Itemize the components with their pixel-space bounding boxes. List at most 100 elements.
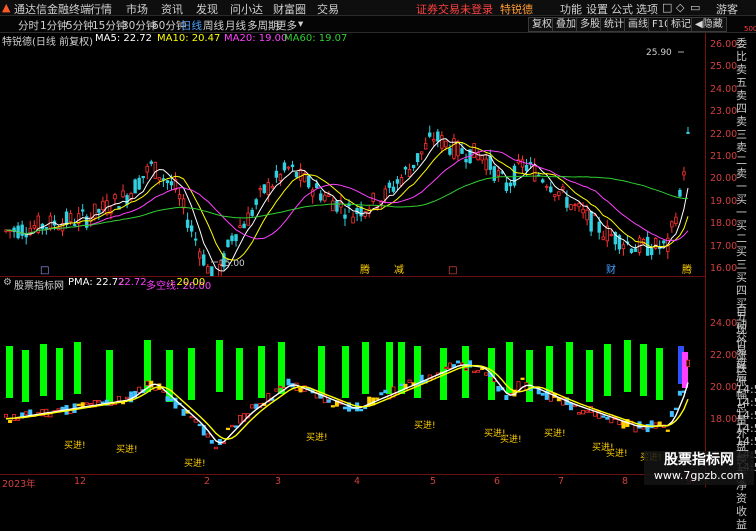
buy-signal-label: 买进! — [544, 428, 566, 439]
menu-item-gongneng[interactable]: 功能 — [560, 1, 582, 17]
event-marker[interactable]: 减 — [394, 264, 404, 276]
signal-bar — [258, 346, 265, 398]
candle — [480, 155, 484, 161]
candle — [250, 209, 254, 216]
candle — [339, 201, 343, 208]
candle — [621, 244, 626, 250]
period-5min[interactable]: 5分钟 — [66, 18, 94, 33]
menu-item-shichang[interactable]: 市场 — [126, 1, 148, 17]
candle — [72, 224, 77, 226]
candle — [387, 182, 392, 188]
candle — [206, 266, 210, 274]
restore-icon[interactable]: ◇ — [676, 1, 684, 14]
signal-bar — [624, 340, 631, 392]
candle — [198, 251, 202, 259]
event-marker[interactable]: □ — [40, 265, 49, 276]
event-marker[interactable]: □ — [448, 265, 457, 276]
menu-item-zixun[interactable]: 资讯 — [161, 1, 183, 17]
candle — [181, 198, 186, 209]
candle — [472, 143, 476, 159]
candle — [577, 203, 581, 208]
menu-item-xuanxiang[interactable]: 选项 — [636, 1, 658, 17]
date-label: 2023年 — [2, 479, 36, 490]
candle — [157, 177, 162, 181]
candle — [145, 165, 149, 173]
maximize-icon[interactable]: ▭ — [690, 1, 700, 14]
period-multi[interactable]: 多周期 — [247, 18, 279, 33]
watermark-logo: 股票指标网 www.7gpzb.com — [644, 451, 754, 485]
period-1min[interactable]: 1分钟 — [40, 18, 68, 33]
date-label: 6 — [494, 476, 501, 487]
pma-label: PMA: 22.72 — [68, 277, 125, 288]
signal-bar — [566, 342, 573, 394]
kline-chart[interactable]: □ 腾 减 □ 财 腾 25.90 15.00 — [0, 46, 705, 276]
trade-field-label: 14:5 — [736, 422, 756, 435]
period-fenshi[interactable]: 分时 — [18, 18, 39, 33]
candle — [315, 183, 319, 189]
ma5-label: MA5: 22.72 — [95, 33, 153, 44]
signal-bar — [640, 344, 647, 396]
signal-bar — [656, 348, 663, 400]
candle — [496, 170, 501, 177]
signal-bar — [106, 350, 113, 402]
candle — [411, 164, 416, 169]
price-tick-label: 23.00 — [710, 106, 738, 118]
menu-item-hangqing[interactable]: 行情 — [90, 1, 112, 17]
period-monthly[interactable]: 月线 — [225, 18, 246, 33]
settings-gear-icon[interactable]: ⚙ — [3, 277, 12, 288]
event-marker[interactable]: 腾 — [360, 263, 370, 276]
candle — [415, 153, 420, 163]
trade-field-label: 交易 — [736, 331, 747, 357]
sub-indicator-bar: ⚙ 股票指标网 PMA: 22.72 22.72 多空线: 20.00 : 20… — [0, 276, 705, 292]
high-price-label: 25.90 — [646, 48, 672, 58]
menu-item-shezhi[interactable]: 设置 — [586, 1, 608, 17]
sidebar-top-value: 500 — [744, 25, 756, 33]
candle — [686, 131, 690, 134]
candle — [407, 169, 412, 177]
signal-bar — [6, 346, 13, 398]
candle — [448, 148, 452, 155]
candle — [189, 225, 194, 232]
candle — [351, 216, 355, 224]
menu-item-wenxiaoda[interactable]: 问小达 — [230, 1, 263, 17]
signal-bar — [40, 344, 47, 396]
menu-item-faxian[interactable]: 发现 — [196, 1, 218, 17]
candle — [246, 212, 250, 226]
guest-label[interactable]: 游客 — [716, 1, 738, 17]
candle — [193, 238, 198, 241]
candle — [97, 208, 101, 213]
period-more[interactable]: 更多 — [276, 18, 297, 33]
candle — [32, 225, 36, 229]
trade-panel-list: 自动交易盘后14:514:514:514:514:514:514:5 — [736, 305, 756, 474]
candle — [383, 188, 388, 200]
candle — [589, 211, 593, 232]
buy-signal-label: 买进! — [306, 432, 328, 443]
indicator-chart[interactable]: 买进!买进!买进!买进!买进!买进!买进!买进!买进!买进!买进! — [0, 290, 705, 474]
event-marker[interactable]: 财 — [606, 263, 616, 276]
period-weekly[interactable]: 周线 — [203, 18, 224, 33]
chevron-down-icon[interactable]: ▾ — [298, 18, 303, 30]
login-status[interactable]: 证券交易未登录 — [416, 1, 493, 17]
tool-hide[interactable]: ◀隐藏 — [691, 17, 727, 32]
minimize-icon[interactable]: □ — [662, 1, 672, 14]
candle — [290, 164, 295, 168]
indicator-tick-label: 24.00 — [710, 318, 738, 329]
event-marker[interactable]: 腾 — [682, 263, 692, 276]
price-tick-label: 20.00 — [710, 173, 738, 185]
candle — [524, 164, 529, 172]
price-tick-label: 19.00 — [710, 195, 738, 207]
price-tick-label: 17.00 — [710, 240, 738, 252]
candle — [20, 224, 24, 236]
candle — [101, 200, 105, 211]
candle — [662, 240, 666, 244]
stock-name-title: 特锐德 — [500, 3, 533, 16]
candle — [436, 131, 440, 142]
ma20-line — [5, 150, 689, 242]
app-logo-icon: ▲ — [2, 1, 11, 14]
price-tick-label: 24.00 — [710, 83, 738, 95]
main-indicator-bar: 特锐德(日线 前复权) MA5: 22.72 MA10: 20.47 MA20:… — [0, 33, 705, 48]
menu-item-caifuquan[interactable]: 财富圈 — [273, 1, 306, 17]
menu-item-jiaoyi[interactable]: 交易 — [317, 1, 339, 17]
menu-item-gongshi[interactable]: 公式 — [611, 1, 633, 17]
period-daily[interactable]: 日线 — [181, 18, 202, 33]
